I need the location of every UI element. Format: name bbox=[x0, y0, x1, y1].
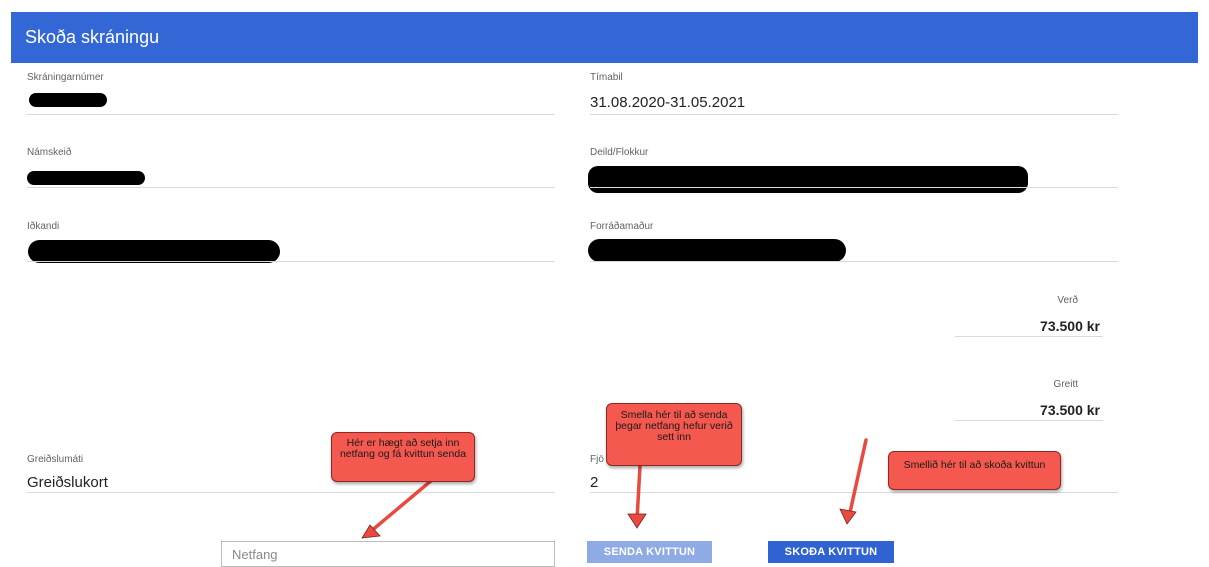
arrowhead-send bbox=[627, 513, 647, 529]
arrowhead-view bbox=[839, 508, 857, 525]
send-annotation-note: Smella hér til að senda þegar netfang he… bbox=[606, 403, 742, 466]
view-annotation-note: Smellið hér til að skoða kvittun bbox=[888, 451, 1061, 490]
arrow-to-view bbox=[847, 438, 868, 519]
arrow-to-send bbox=[635, 464, 642, 522]
email-annotation-note: Hér er hægt að setja inn netfang og fá k… bbox=[331, 432, 475, 482]
arrow-to-email bbox=[368, 478, 434, 534]
